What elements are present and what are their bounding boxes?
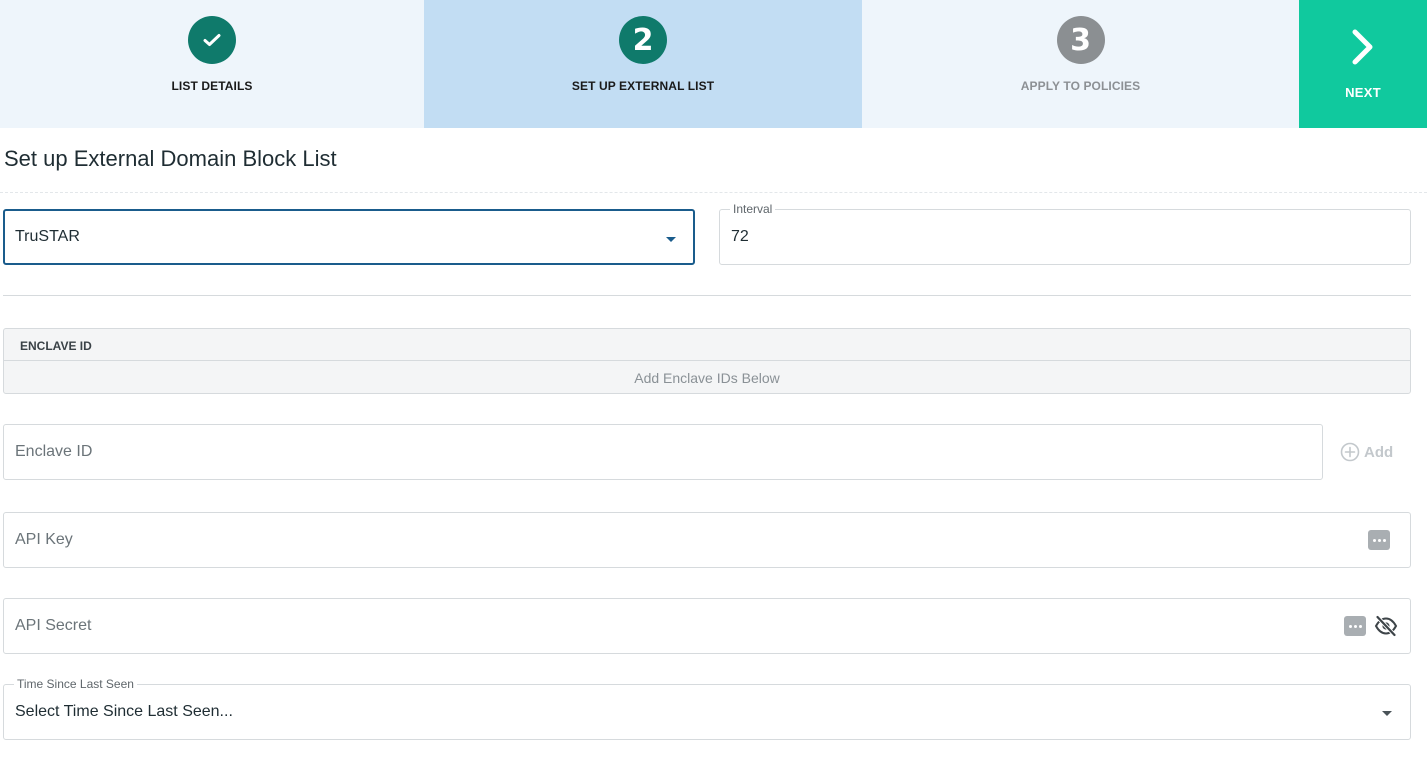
- next-button-label: NEXT: [1345, 85, 1381, 100]
- step-set-up-external-list[interactable]: 2 SET UP EXTERNAL LIST: [424, 0, 862, 128]
- page-title: Set up External Domain Block List: [4, 146, 337, 171]
- step-2-label: SET UP EXTERNAL LIST: [571, 79, 715, 93]
- eye-off-icon[interactable]: [1374, 615, 1398, 637]
- caret-down-icon: [666, 237, 676, 242]
- step-3-number: 3: [1056, 16, 1105, 64]
- enclave-table-empty-text: Add Enclave IDs Below: [634, 370, 780, 386]
- section-divider: [3, 295, 1411, 296]
- api-key-field[interactable]: API Key: [3, 512, 1411, 568]
- step-list-details[interactable]: LIST DETAILS: [0, 0, 424, 128]
- step-3-label: APPLY TO POLICIES: [1020, 79, 1141, 93]
- provider-select[interactable]: TruSTAR: [3, 209, 695, 265]
- add-enclave-button[interactable]: Add: [1340, 442, 1393, 462]
- title-divider: [0, 192, 1427, 193]
- caret-down-icon: [1382, 711, 1392, 716]
- chevron-right-icon: [1352, 29, 1373, 65]
- interval-label: Interval: [730, 202, 776, 216]
- enclave-id-column-header: ENCLAVE ID: [20, 339, 92, 353]
- next-button[interactable]: NEXT: [1299, 0, 1427, 128]
- enclave-id-input[interactable]: Enclave ID: [3, 424, 1323, 480]
- provider-select-value: TruSTAR: [15, 228, 80, 245]
- enclave-id-placeholder: Enclave ID: [15, 443, 93, 460]
- api-secret-placeholder: API Secret: [15, 617, 92, 634]
- api-key-placeholder: API Key: [15, 531, 73, 548]
- step-2-number: 2: [619, 16, 667, 64]
- enclave-id-table: ENCLAVE ID Add Enclave IDs Below: [3, 328, 1411, 394]
- interval-value: 72: [731, 228, 749, 245]
- time-since-last-seen-label: Time Since Last Seen: [14, 677, 137, 691]
- add-button-label: Add: [1364, 443, 1394, 461]
- step-1-check-icon: [188, 16, 236, 64]
- interval-field[interactable]: Interval 72: [719, 202, 1411, 265]
- plus-circle-icon: [1340, 442, 1360, 462]
- password-manager-icon[interactable]: [1368, 530, 1390, 550]
- api-secret-field[interactable]: API Secret: [3, 598, 1411, 654]
- time-since-last-seen-select[interactable]: Time Since Last Seen Select Time Since L…: [3, 677, 1411, 740]
- wizard-stepper: LIST DETAILS 2 SET UP EXTERNAL LIST 3 AP…: [0, 0, 1427, 128]
- table-header-divider: [4, 360, 1410, 361]
- password-manager-icon[interactable]: [1344, 616, 1366, 636]
- step-apply-to-policies[interactable]: 3 APPLY TO POLICIES: [862, 0, 1299, 128]
- time-since-last-seen-value: Select Time Since Last Seen...: [15, 703, 233, 720]
- step-1-label: LIST DETAILS: [171, 79, 253, 93]
